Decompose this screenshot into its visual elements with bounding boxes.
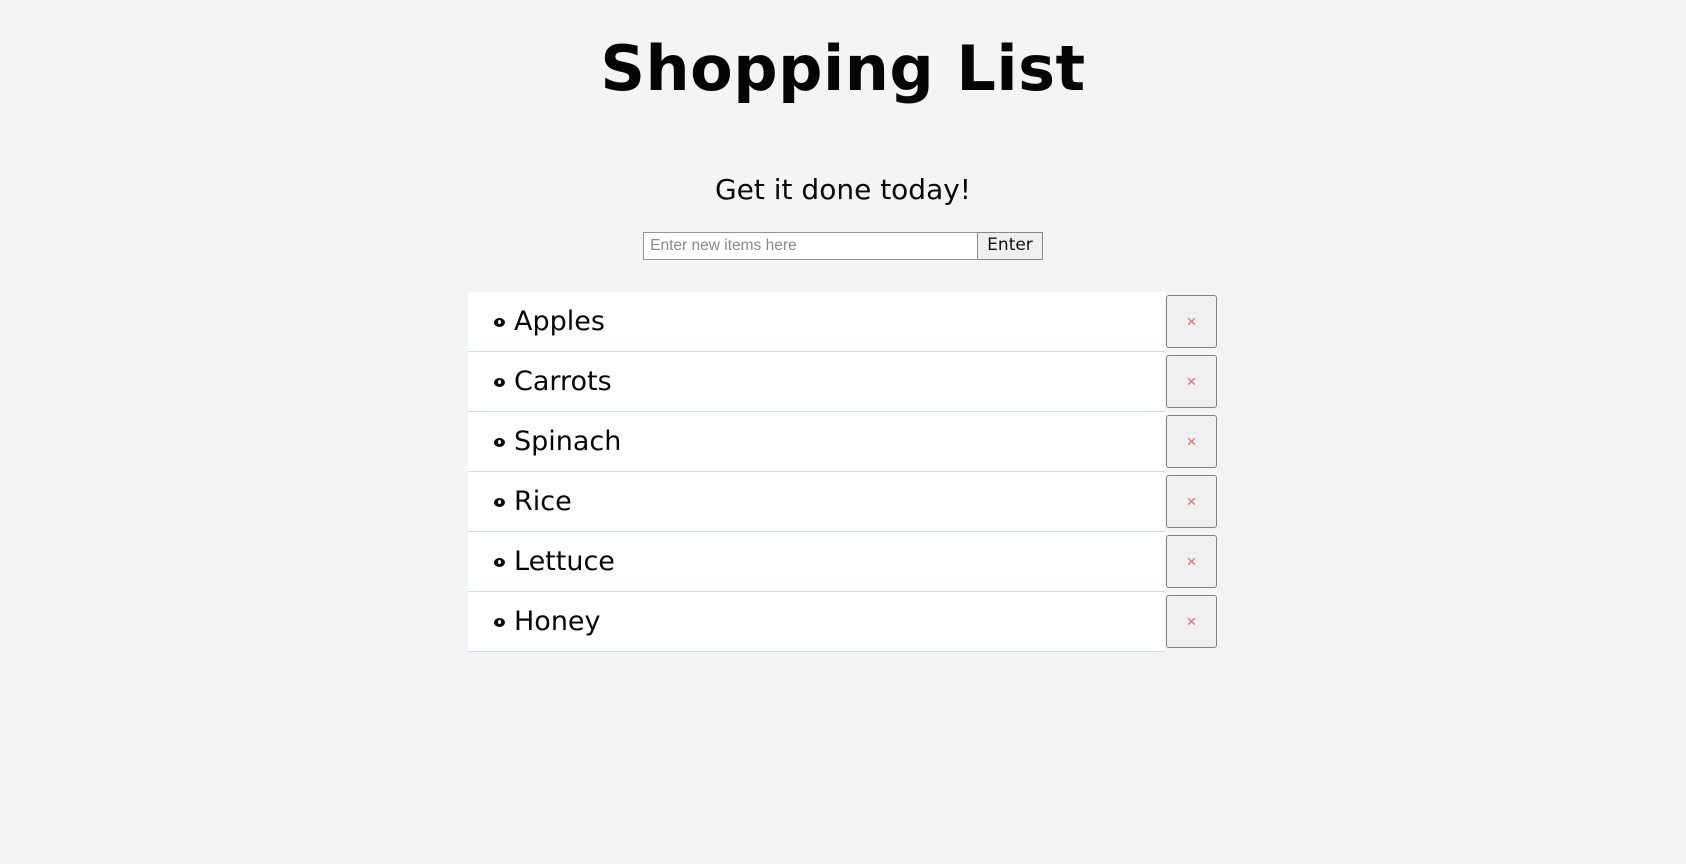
disc-bullet-icon [494, 617, 505, 627]
close-x-icon: × [1186, 311, 1197, 331]
delete-cell: × [1165, 532, 1218, 592]
enter-button[interactable]: Enter [977, 231, 1043, 260]
list-item: Rice × [468, 471, 1218, 532]
new-item-input[interactable] [643, 231, 978, 260]
close-x-icon: × [1186, 371, 1197, 391]
list-item-content[interactable]: Apples [468, 291, 1165, 352]
list-item-label: Apples [514, 305, 605, 337]
disc-bullet-icon [494, 557, 505, 567]
list-item-content[interactable]: Carrots [468, 351, 1165, 412]
delete-item-button[interactable]: × [1166, 594, 1217, 648]
delete-cell: × [1165, 352, 1218, 412]
delete-cell: × [1165, 292, 1218, 352]
delete-item-button[interactable]: × [1166, 534, 1217, 588]
list-item: Apples × [468, 291, 1218, 352]
shopping-list-page: Shopping List Get it done today! Enter A… [0, 0, 1686, 864]
list-item-content[interactable]: Rice [468, 471, 1165, 532]
delete-item-button[interactable]: × [1166, 294, 1217, 348]
list-item-content[interactable]: Honey [468, 591, 1165, 652]
close-x-icon: × [1186, 431, 1197, 451]
list-item-label: Spinach [514, 425, 622, 457]
list-item-content[interactable]: Lettuce [468, 531, 1165, 592]
disc-bullet-icon [494, 437, 505, 447]
page-subtitle: Get it done today! [714, 173, 972, 207]
list-item-label: Rice [514, 485, 572, 517]
list-item-label: Carrots [514, 365, 612, 397]
shopping-list: Apples × Carrots × Spinach × Rice × Lettuce × Hone… [468, 291, 1218, 652]
delete-cell: × [1165, 472, 1218, 532]
list-item: Carrots × [468, 351, 1218, 412]
delete-item-button[interactable]: × [1166, 414, 1217, 468]
disc-bullet-icon [494, 317, 505, 327]
close-x-icon: × [1186, 551, 1197, 571]
delete-cell: × [1165, 412, 1218, 472]
list-item: Honey × [468, 591, 1218, 652]
close-x-icon: × [1186, 611, 1197, 631]
delete-cell: × [1165, 592, 1218, 652]
delete-item-button[interactable]: × [1166, 354, 1217, 408]
list-item-label: Lettuce [514, 545, 615, 577]
list-item-content[interactable]: Spinach [468, 411, 1165, 472]
disc-bullet-icon [494, 377, 505, 387]
list-item: Spinach × [468, 411, 1218, 472]
close-x-icon: × [1186, 491, 1197, 511]
list-item: Lettuce × [468, 531, 1218, 592]
page-title: Shopping List [600, 32, 1086, 105]
list-item-label: Honey [514, 605, 601, 637]
add-item-form: Enter [0, 231, 1686, 260]
delete-item-button[interactable]: × [1166, 474, 1217, 528]
disc-bullet-icon [494, 497, 505, 507]
